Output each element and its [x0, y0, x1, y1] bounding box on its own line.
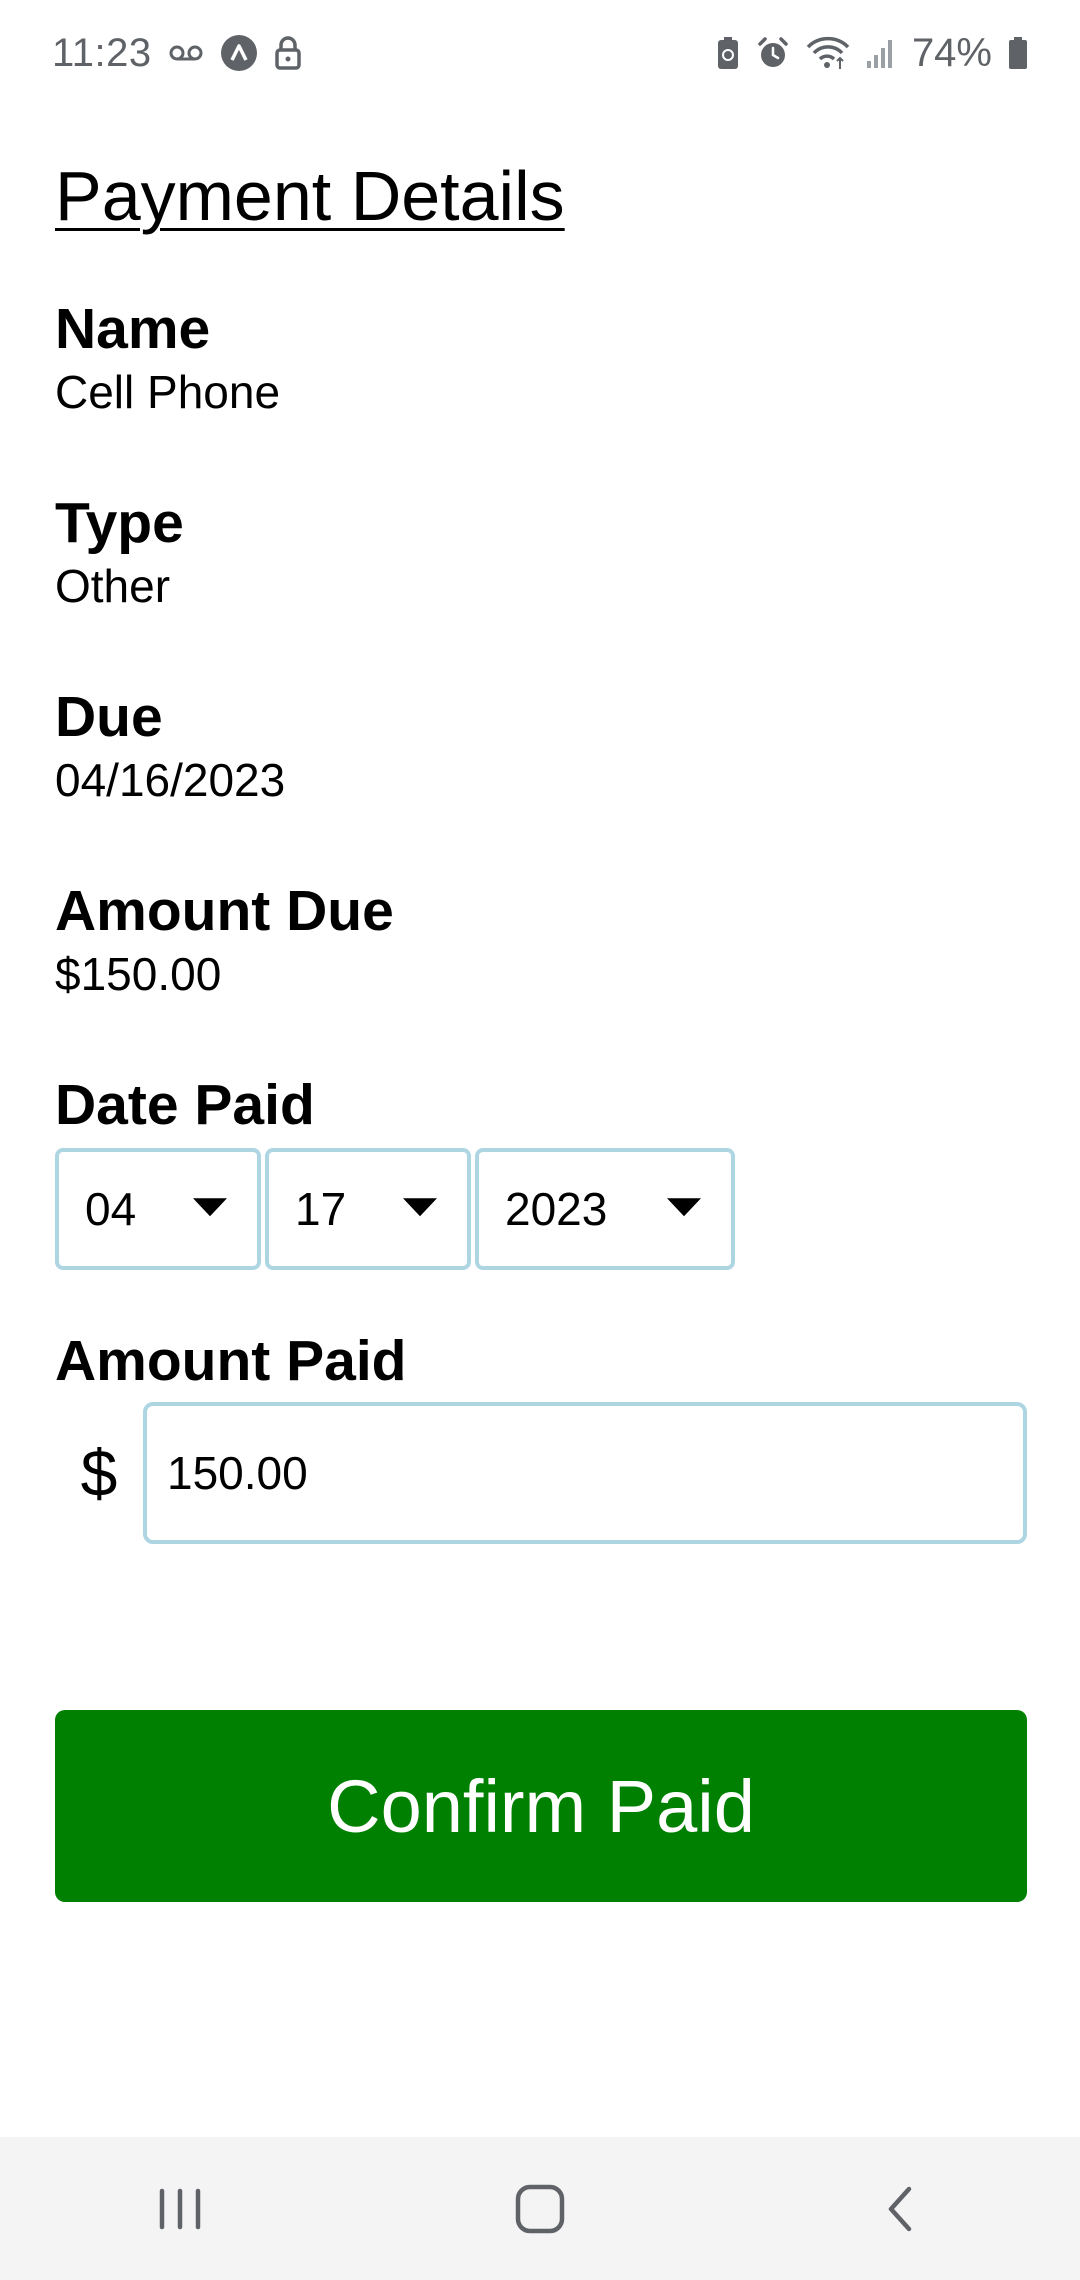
amount-due-label: Amount Due [55, 879, 394, 943]
lock-icon [274, 35, 302, 71]
chevron-down-icon [403, 1198, 437, 1217]
name-field: Name Cell Phone [55, 294, 280, 420]
recent-apps-button[interactable] [100, 2149, 260, 2269]
name-value: Cell Phone [55, 366, 281, 418]
battery-percent: 74% [911, 30, 992, 75]
date-paid-label: Date Paid [55, 1073, 315, 1137]
app-screen: 11:23 74% Payment Details Name Cell Phon… [0, 0, 1080, 2280]
payment-details-form: Payment Details Name Cell Phone Type Oth… [55, 150, 1027, 1902]
back-button[interactable] [820, 2149, 980, 2269]
home-button[interactable] [460, 2149, 620, 2269]
type-value: Other [55, 560, 171, 612]
battery-saver-icon [716, 36, 740, 70]
month-select[interactable]: 04 [55, 1148, 261, 1270]
page-title: Payment Details [55, 157, 565, 235]
alarm-icon [756, 36, 790, 70]
due-field: Due 04/16/2023 [55, 682, 285, 808]
voicemail-icon [168, 43, 204, 63]
status-bar: 11:23 74% [0, 0, 1080, 106]
recent-apps-icon [159, 2188, 201, 2229]
type-field: Type Other [55, 488, 184, 614]
app-notification-icon [220, 34, 258, 72]
year-select[interactable]: 2023 [475, 1148, 735, 1270]
amount-paid-field: Amount Paid $ [55, 1326, 1027, 1544]
month-value: 04 [85, 1183, 137, 1235]
amount-paid-row: $ [55, 1402, 1027, 1544]
amount-due-field: Amount Due $150.00 [55, 876, 394, 1002]
due-label: Due [55, 685, 163, 749]
date-paid-selects: 04 17 2023 [55, 1148, 735, 1270]
due-value: 04/16/2023 [55, 754, 286, 806]
amount-paid-input[interactable] [143, 1402, 1027, 1544]
chevron-down-icon [193, 1198, 227, 1217]
status-right: 74% [716, 31, 1028, 76]
system-nav-bar [0, 2137, 1080, 2280]
battery-icon [1008, 36, 1028, 70]
chevron-down-icon [667, 1198, 701, 1217]
confirm-paid-button[interactable]: Confirm Paid [55, 1710, 1027, 1902]
signal-icon [866, 37, 896, 69]
currency-symbol: $ [80, 1436, 118, 1510]
day-select[interactable]: 17 [265, 1148, 471, 1270]
wifi-icon [806, 36, 850, 70]
type-label: Type [55, 491, 184, 555]
status-time: 11:23 [52, 30, 152, 75]
date-paid-field: Date Paid 04 17 2023 [55, 1070, 735, 1270]
day-value: 17 [295, 1183, 347, 1235]
year-value: 2023 [505, 1183, 608, 1235]
amount-paid-label: Amount Paid [55, 1329, 407, 1393]
amount-due-value: $150.00 [55, 948, 222, 1000]
status-left: 11:23 [52, 31, 302, 76]
name-label: Name [55, 297, 211, 361]
back-icon [888, 2186, 912, 2231]
home-icon [515, 2184, 565, 2233]
